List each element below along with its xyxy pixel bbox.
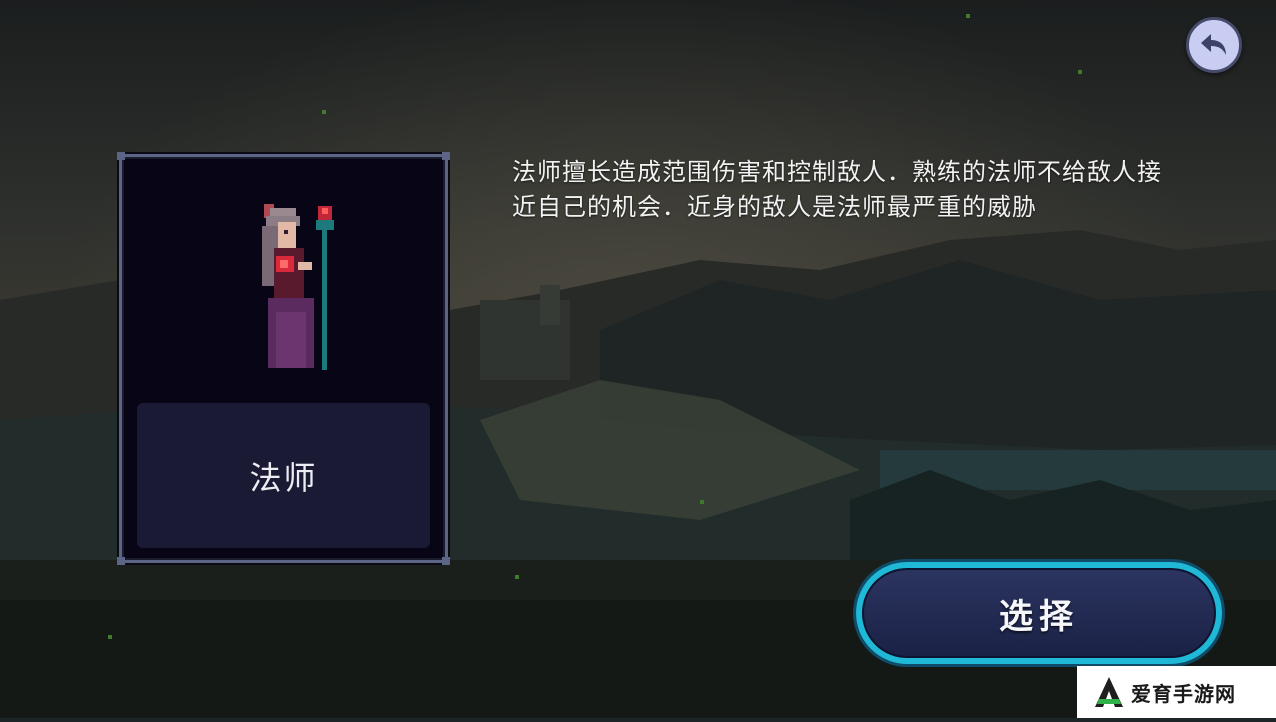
watermark-logo-icon xyxy=(1095,677,1123,707)
hero-name: 法师 xyxy=(249,458,318,497)
back-button[interactable] xyxy=(1186,17,1242,73)
select-button-label: 选择 xyxy=(999,596,1079,637)
mage-portrait-icon xyxy=(262,204,334,370)
select-button[interactable]: 选择 xyxy=(856,562,1222,664)
hero-description: 法师擅长造成范围伤害和控制敌人．熟练的法师不给敌人接近自己的机会．近身的敌人是法… xyxy=(512,158,1162,221)
card-corner xyxy=(442,557,450,565)
back-arrow-icon xyxy=(1201,34,1226,55)
watermark-text: 爱育手游网 xyxy=(1131,681,1236,706)
hero-card[interactable]: 法师 xyxy=(117,152,450,565)
card-corner xyxy=(117,152,125,160)
card-corner xyxy=(117,557,125,565)
hero-name-plate: 法师 xyxy=(137,403,430,548)
site-watermark: 爱育手游网 xyxy=(1077,666,1276,718)
card-corner xyxy=(442,152,450,160)
